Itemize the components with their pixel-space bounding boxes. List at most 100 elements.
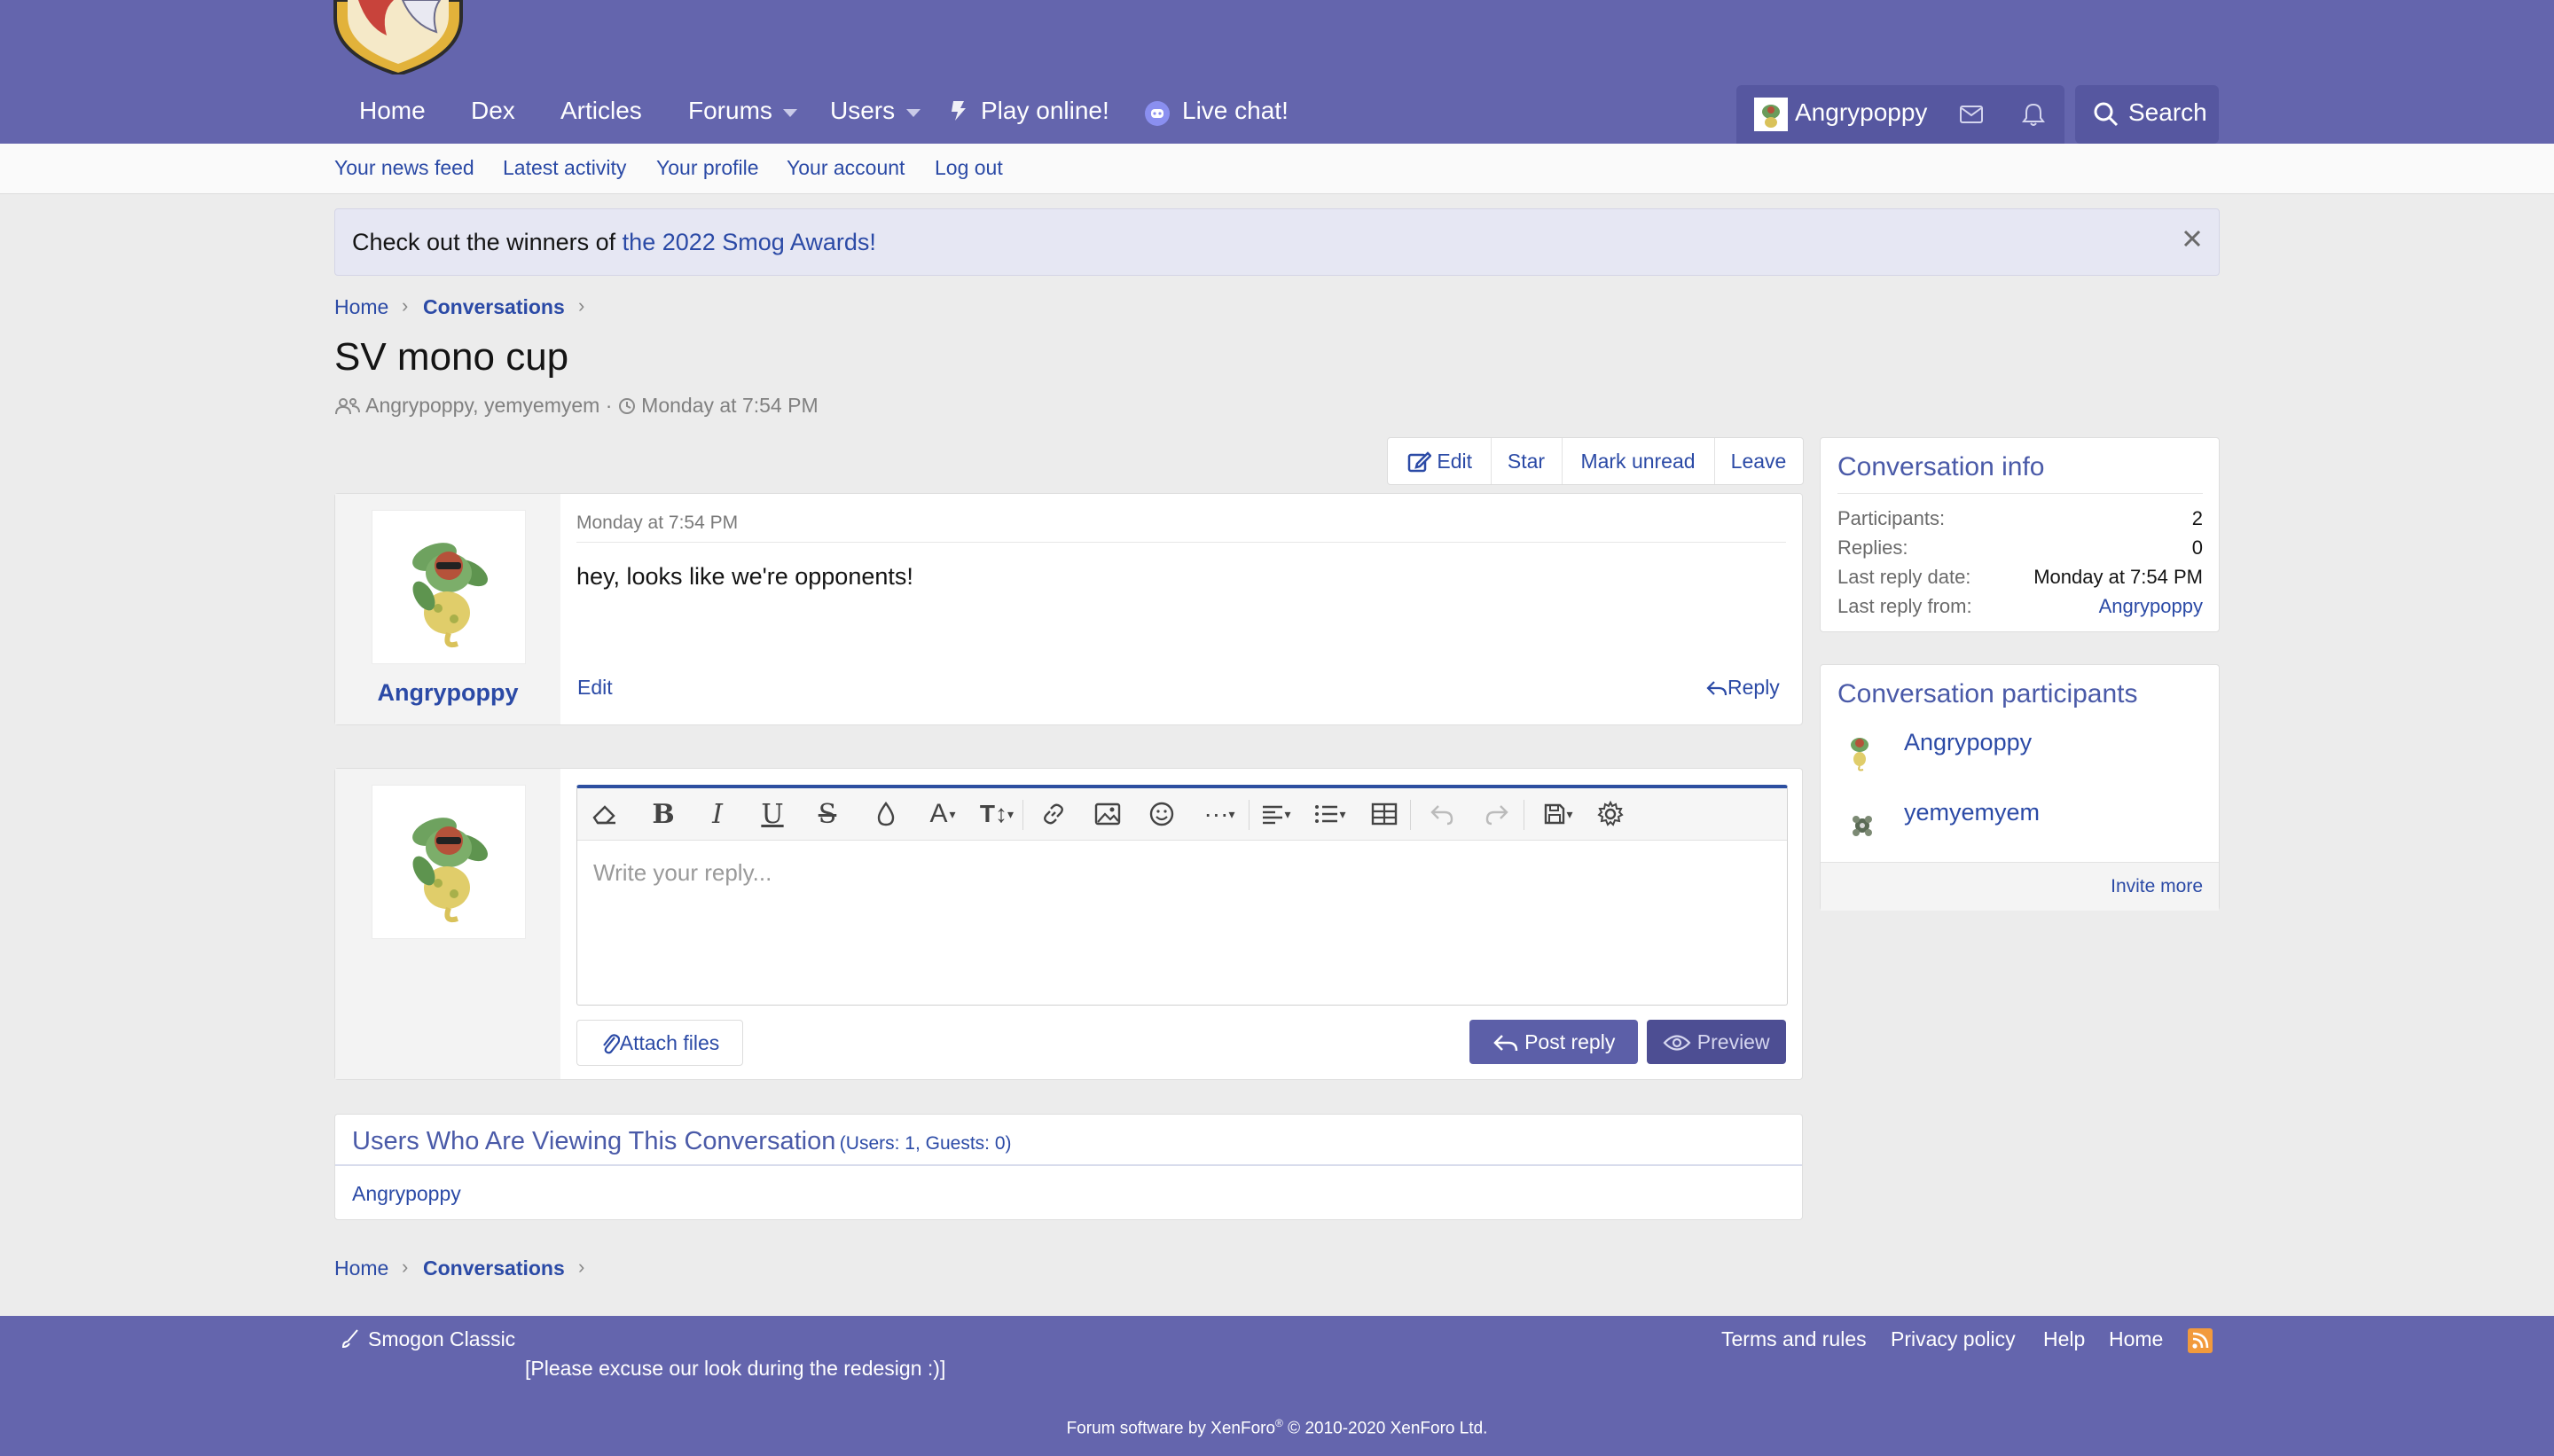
edit-button[interactable]: Edit: [1388, 438, 1492, 484]
settings-icon[interactable]: [1593, 796, 1628, 832]
message-author[interactable]: Angrypoppy: [335, 679, 560, 707]
search-icon: [2094, 102, 2119, 127]
rss-icon[interactable]: [2188, 1328, 2213, 1353]
site-header: Home Dex Articles Forums Users Play onli…: [0, 0, 2554, 144]
avatar[interactable]: [1844, 732, 1876, 771]
star-button[interactable]: Star: [1491, 438, 1563, 484]
viewers-counts: (Users: 1, Guests: 0): [839, 1133, 1012, 1154]
text-color-icon[interactable]: [868, 796, 904, 832]
message-edit-link[interactable]: Edit: [577, 676, 613, 700]
preview-button[interactable]: Preview: [1647, 1020, 1786, 1064]
drafts-icon[interactable]: ▾: [1536, 796, 1580, 832]
toolbar-divider: [1410, 800, 1411, 830]
invite-more-link[interactable]: Invite more: [2111, 876, 2203, 897]
list-icon[interactable]: ▾: [1307, 796, 1353, 832]
image-icon[interactable]: [1090, 796, 1125, 832]
meta-separator: ·: [605, 394, 613, 417]
table-icon[interactable]: [1367, 796, 1402, 832]
last-reply-user-link[interactable]: Angrypoppy: [2099, 595, 2203, 618]
font-family-icon[interactable]: A ▾: [919, 796, 967, 832]
nav-forums[interactable]: Forums: [688, 97, 772, 125]
smilie-icon[interactable]: [1144, 796, 1179, 832]
viewer-user[interactable]: Angrypoppy: [352, 1182, 461, 1206]
site-logo[interactable]: [332, 0, 465, 74]
bold-icon[interactable]: B: [646, 796, 681, 832]
close-icon[interactable]: [2182, 229, 2202, 248]
more-icon[interactable]: ··· ▾: [1195, 796, 1243, 832]
bell-icon[interactable]: [2022, 102, 2045, 127]
footer-home-link[interactable]: Home: [2109, 1327, 2163, 1351]
info-label: Participants:: [1837, 507, 1946, 529]
nav-dex[interactable]: Dex: [471, 97, 515, 125]
reply-avatar[interactable]: [372, 785, 526, 939]
breadcrumb-conversations[interactable]: Conversations: [423, 1256, 565, 1280]
reply-label: Reply: [1727, 676, 1780, 699]
attach-files-button[interactable]: Attach files: [576, 1020, 743, 1066]
footer-privacy-link[interactable]: Privacy policy: [1891, 1327, 2016, 1351]
preview-label: Preview: [1696, 1030, 1770, 1053]
breadcrumb-home[interactable]: Home: [334, 1256, 388, 1280]
edit-label: Edit: [1437, 450, 1473, 473]
copyright-text: Forum software by XenForo: [1066, 1419, 1276, 1438]
participants-icon: [335, 398, 360, 415]
subnav-your-account[interactable]: Your account: [787, 156, 905, 180]
avatar[interactable]: [1754, 98, 1788, 131]
showdown-icon: [952, 101, 966, 121]
reply-button[interactable]: Reply: [1706, 676, 1780, 700]
leave-button[interactable]: Leave: [1714, 438, 1803, 484]
subnav-news-feed[interactable]: Your news feed: [334, 156, 474, 180]
footer-terms-link[interactable]: Terms and rules: [1721, 1327, 1867, 1351]
subnav-your-profile[interactable]: Your profile: [656, 156, 759, 180]
link-icon[interactable]: [1036, 796, 1071, 832]
page-title: SV mono cup: [334, 335, 569, 379]
notice-text: Check out the winners of the 2022 Smog A…: [352, 229, 876, 256]
nav-users[interactable]: Users: [830, 97, 895, 125]
subnav-log-out[interactable]: Log out: [935, 156, 1003, 180]
conversation-info: Conversation info Participants: 2 Replie…: [1820, 437, 2220, 632]
search-button[interactable]: Search: [2075, 85, 2219, 144]
message: Angrypoppy Monday at 7:54 PM hey, looks …: [334, 493, 1803, 725]
italic-icon[interactable]: I: [700, 796, 735, 832]
align-icon[interactable]: ▾: [1254, 796, 1298, 832]
viewers-title: Users Who Are Viewing This Conversation: [352, 1127, 836, 1155]
nav-articles[interactable]: Articles: [560, 97, 642, 125]
nav-home[interactable]: Home: [359, 97, 426, 125]
sub-navigation: Your news feed Latest activity Your prof…: [0, 144, 2554, 194]
underline-icon[interactable]: U: [755, 796, 790, 832]
notice-link[interactable]: the 2022 Smog Awards!: [623, 229, 876, 255]
account-username[interactable]: Angrypoppy: [1795, 98, 1927, 127]
style-chooser-link[interactable]: Smogon Classic: [368, 1327, 515, 1351]
nav-play-online[interactable]: Play online!: [981, 97, 1109, 125]
eraser-icon[interactable]: [587, 796, 623, 832]
search-label: Search: [2128, 98, 2207, 126]
forums-chevron-down-icon[interactable]: [783, 109, 797, 117]
avatar[interactable]: [1847, 810, 1877, 841]
meta-participants: Angrypoppy, yemyemyem: [365, 394, 600, 417]
footer-help-link[interactable]: Help: [2043, 1327, 2085, 1351]
users-chevron-down-icon[interactable]: [906, 109, 921, 117]
post-reply-button[interactable]: Post reply: [1469, 1020, 1638, 1064]
breadcrumb-separator-icon: ›: [402, 1256, 409, 1278]
conversation-actions: Edit Star Mark unread Leave: [1387, 437, 1804, 485]
editor-input[interactable]: Write your reply...: [593, 859, 772, 887]
undo-icon[interactable]: [1424, 796, 1460, 832]
participants-title: Conversation participants: [1837, 679, 2138, 708]
mark-unread-button[interactable]: Mark unread: [1562, 438, 1715, 484]
subnav-latest-activity[interactable]: Latest activity: [503, 156, 626, 180]
nav-live-chat[interactable]: Live chat!: [1182, 97, 1289, 125]
breadcrumb-home[interactable]: Home: [334, 295, 388, 319]
info-title: Conversation info: [1837, 452, 2045, 481]
participant-link[interactable]: yemyemyem: [1904, 799, 2040, 826]
breadcrumb-conversations[interactable]: Conversations: [423, 295, 565, 319]
redo-icon[interactable]: [1479, 796, 1515, 832]
inbox-icon[interactable]: [1959, 105, 1984, 124]
strikethrough-icon[interactable]: S: [810, 796, 845, 832]
discord-icon: [1145, 101, 1170, 126]
info-divider: [1837, 493, 2203, 494]
message-timestamp[interactable]: Monday at 7:54 PM: [576, 513, 738, 534]
font-size-icon[interactable]: T↕ ▾: [970, 796, 1023, 832]
message-avatar[interactable]: [372, 510, 526, 664]
info-label: Last reply from:: [1837, 595, 1972, 617]
attach-files-label: Attach files: [619, 1031, 720, 1054]
participant-link[interactable]: Angrypoppy: [1904, 729, 2032, 756]
